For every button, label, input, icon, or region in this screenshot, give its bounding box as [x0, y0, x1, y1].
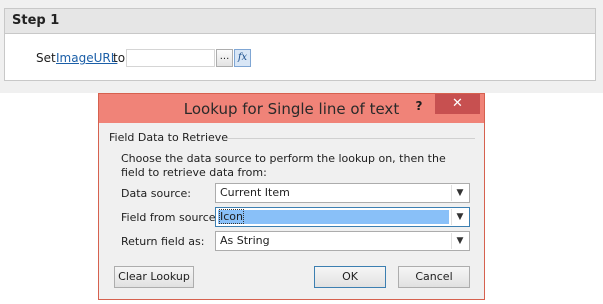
lookup-dialog: Lookup for Single line of text ? ✕ Field… — [98, 93, 485, 300]
clear-lookup-button[interactable]: Clear Lookup — [114, 266, 194, 288]
dialog-content: Field Data to Retrieve Choose the data s… — [105, 125, 478, 295]
return-field-as-select[interactable]: As String ▼ — [215, 231, 470, 251]
data-source-value: Current Item — [220, 186, 290, 199]
group-divider — [225, 138, 475, 139]
help-icon[interactable]: ? — [409, 97, 429, 115]
field-from-source-value: Icon — [219, 209, 244, 224]
group-label: Field Data to Retrieve — [109, 131, 229, 144]
fx-icon[interactable]: fx — [234, 49, 251, 67]
image-url-link[interactable]: ImageURL — [56, 51, 117, 65]
to-label: to — [113, 51, 126, 65]
return-field-as-label: Return field as: — [121, 235, 205, 248]
step-header: Step 1 — [4, 8, 596, 34]
chevron-down-icon[interactable]: ▼ — [451, 185, 468, 201]
data-source-label: Data source: — [121, 187, 191, 200]
close-icon[interactable]: ✕ — [435, 94, 480, 114]
browse-button[interactable]: ... — [216, 49, 233, 67]
data-source-select[interactable]: Current Item ▼ — [215, 183, 470, 203]
step-body: Set ImageURL to ... fx — [4, 34, 596, 81]
workflow-step-panel: Step 1 Set ImageURL to ... fx — [0, 0, 603, 93]
selection-highlight — [218, 210, 449, 224]
description-text: Choose the data source to perform the lo… — [121, 152, 446, 179]
field-from-source-label: Field from source: — [121, 211, 220, 224]
field-from-source-select[interactable]: Icon ▼ — [215, 207, 470, 227]
chevron-down-icon[interactable]: ▼ — [451, 233, 468, 249]
ok-button[interactable]: OK — [314, 266, 386, 288]
value-input[interactable] — [126, 49, 215, 67]
dialog-titlebar[interactable]: Lookup for Single line of text ? ✕ — [99, 94, 484, 123]
cancel-button[interactable]: Cancel — [398, 266, 470, 288]
step-title: Step 1 — [12, 13, 60, 28]
chevron-down-icon[interactable]: ▼ — [451, 209, 468, 225]
set-label: Set — [36, 51, 56, 65]
return-field-as-value: As String — [220, 234, 270, 247]
